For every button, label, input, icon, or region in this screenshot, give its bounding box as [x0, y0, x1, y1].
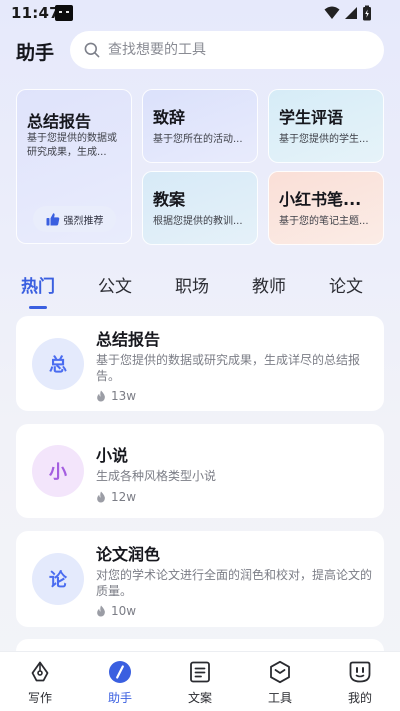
nav-item-writing[interactable]: 写作 — [0, 652, 80, 711]
nav-label: 写作 — [27, 691, 52, 705]
tab-hot[interactable]: 热门 — [21, 272, 55, 297]
nav-label: 工具 — [267, 691, 292, 705]
notification-app-icon — [55, 5, 73, 21]
item-description: 对您的学术论文进行全面的润色和校对，提高论文的质量。 — [96, 568, 373, 598]
battery-icon — [363, 5, 371, 21]
pen-nib-icon — [31, 661, 49, 682]
page-title: 助手 — [16, 42, 55, 64]
item-title: 小说 — [96, 446, 129, 465]
card-description: 基于您所在的活动... — [153, 134, 243, 145]
card-speech[interactable]: 致辞 基于您所在的活动... — [142, 89, 258, 163]
flame-icon — [97, 605, 105, 617]
item-usage-count: 13w — [96, 389, 136, 403]
recommend-label: 强烈推荐 — [63, 215, 104, 227]
card-description: 根据您提供的教训... — [153, 216, 243, 227]
status-bar: 11:47 — [0, 0, 400, 26]
nav-label: 文案 — [187, 691, 212, 705]
search-icon — [84, 42, 100, 58]
item-description: 生成各种风格类型小说 — [96, 469, 217, 483]
search-bar[interactable] — [70, 31, 384, 69]
status-indicators — [324, 5, 372, 21]
item-title: 论文润色 — [96, 545, 161, 564]
active-tab-indicator — [29, 306, 47, 309]
category-tabs: 热门 公文 职场 教师 论文 — [0, 272, 400, 312]
recommend-button[interactable]: 强烈推荐 — [33, 206, 116, 232]
card-title: 学生评语 — [279, 108, 344, 127]
wifi-icon — [324, 6, 340, 19]
assistant-icon — [109, 661, 131, 683]
nav-item-profile[interactable]: 我的 — [320, 652, 400, 711]
card-xiaohongshu-notes[interactable]: 小红书笔... 基于您的笔记主题... — [268, 171, 384, 245]
card-description: 基于您提供的学生... — [279, 134, 369, 145]
tab-workplace[interactable]: 职场 — [175, 272, 209, 297]
usage-count-value: 10w — [111, 604, 137, 618]
tab-teacher[interactable]: 教师 — [252, 272, 286, 297]
card-lesson-plan[interactable]: 教案 根据您提供的教训... — [142, 171, 258, 245]
flame-icon — [97, 390, 105, 402]
card-student-comments[interactable]: 学生评语 基于您提供的学生... — [268, 89, 384, 163]
item-description: 基于您提供的数据或研究成果，生成详尽的总结报告。 — [96, 353, 361, 383]
header: 助手 — [0, 30, 400, 70]
card-title: 总结报告 — [27, 112, 92, 131]
item-avatar: 论 — [32, 553, 84, 605]
status-time: 11:47 — [11, 4, 60, 22]
item-title: 总结报告 — [96, 330, 161, 349]
item-avatar: 小 — [32, 445, 84, 497]
bottom-navigation: 写作 助手 文案 工具 我的 — [0, 651, 400, 711]
nav-label: 我的 — [347, 691, 372, 705]
thumbs-up-icon — [46, 213, 59, 226]
nav-item-assistant[interactable]: 助手 — [80, 652, 160, 711]
usage-count-value: 12w — [111, 490, 137, 504]
card-description: 基于您的笔记主题... — [279, 216, 369, 227]
tab-official-docs[interactable]: 公文 — [98, 272, 132, 297]
card-title: 教案 — [153, 190, 186, 209]
nav-item-copywriting[interactable]: 文案 — [160, 652, 240, 711]
nav-item-tools[interactable]: 工具 — [240, 652, 320, 711]
document-icon — [190, 661, 210, 683]
item-avatar: 总 — [32, 338, 84, 390]
signal-icon — [345, 7, 357, 19]
list-item-novel[interactable]: 小 小说 生成各种风格类型小说 12w — [16, 424, 384, 518]
profile-icon — [349, 661, 371, 683]
flame-icon — [97, 491, 105, 503]
usage-count-value: 13w — [111, 389, 137, 403]
toolbox-icon — [270, 660, 290, 684]
search-input[interactable] — [108, 31, 368, 69]
featured-card-summary-report[interactable]: 总结报告 基于您提供的数据或研究成果，生成... 强烈推荐 — [16, 89, 132, 244]
item-usage-count: 12w — [96, 490, 136, 504]
list-item-thesis-polish[interactable]: 论 论文润色 对您的学术论文进行全面的润色和校对，提高论文的质量。 10w — [16, 531, 384, 627]
card-description: 基于您提供的数据或研究成果，生成... — [27, 133, 117, 158]
tab-thesis[interactable]: 论文 — [329, 272, 363, 297]
item-usage-count: 10w — [96, 604, 136, 618]
list-item-summary-report[interactable]: 总 总结报告 基于您提供的数据或研究成果，生成详尽的总结报告。 13w — [16, 316, 384, 411]
card-title: 致辞 — [153, 108, 186, 127]
card-title: 小红书笔... — [279, 190, 362, 209]
nav-label: 助手 — [107, 691, 132, 705]
